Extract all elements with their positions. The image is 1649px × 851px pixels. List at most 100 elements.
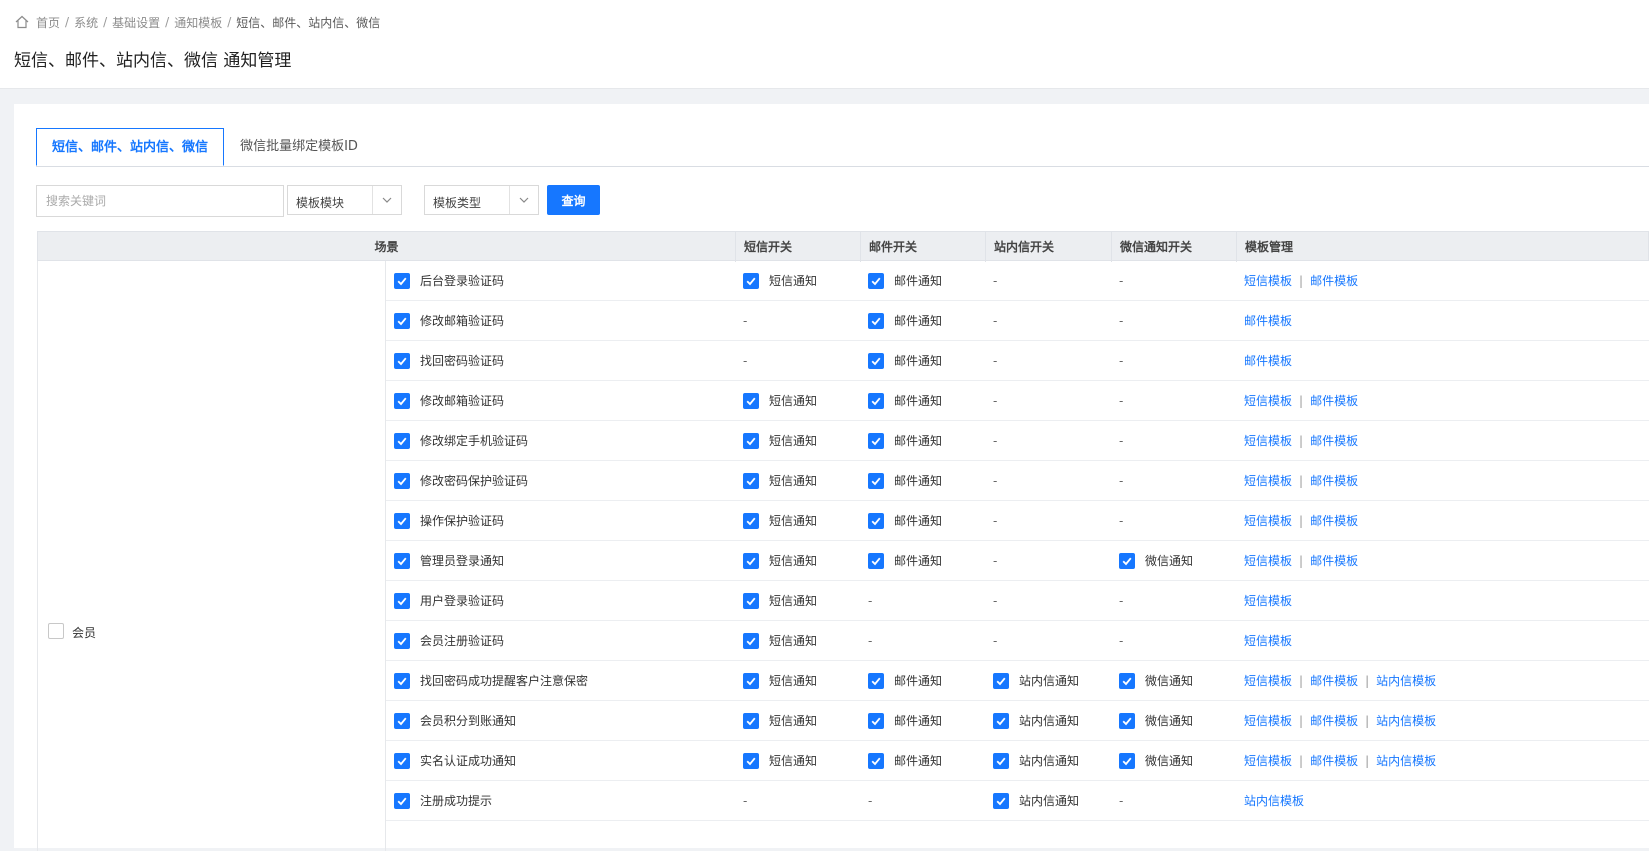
sms-checkbox[interactable] [743, 672, 759, 689]
sms-checkbox[interactable] [743, 752, 759, 769]
scene-checkbox[interactable] [394, 272, 410, 289]
sms-template-link[interactable]: 短信模板 [1244, 272, 1292, 289]
mail-checkbox[interactable] [868, 312, 884, 329]
sms-checkbox[interactable] [743, 712, 759, 729]
empty-dash: - [1119, 433, 1124, 448]
mail-template-link[interactable]: 邮件模板 [1310, 552, 1358, 569]
mail-template-link[interactable]: 邮件模板 [1310, 512, 1358, 529]
sms-cell: 短信通知 [743, 261, 817, 300]
scene-checkbox[interactable] [394, 712, 410, 729]
mail-checkbox[interactable] [868, 672, 884, 689]
tab-wechat-bind[interactable]: 微信批量绑定模板ID [224, 128, 374, 166]
mail-checkbox[interactable] [868, 552, 884, 569]
wx-checkbox[interactable] [1119, 752, 1135, 769]
breadcrumb-item-home[interactable]: 首页 [36, 14, 60, 31]
link-separator: | [1365, 753, 1370, 768]
sms-template-link[interactable]: 短信模板 [1244, 392, 1292, 409]
mail-checkbox[interactable] [868, 272, 884, 289]
scene-checkbox[interactable] [394, 752, 410, 769]
mail-checkbox[interactable] [868, 352, 884, 369]
scene-checkbox[interactable] [394, 672, 410, 689]
type-select[interactable]: 模板类型 [424, 185, 539, 215]
group-checkbox[interactable] [48, 623, 64, 639]
sms-template-link[interactable]: 短信模板 [1244, 552, 1292, 569]
mail-checkbox[interactable] [868, 512, 884, 529]
breadcrumb-item-templates[interactable]: 通知模板 [174, 14, 222, 31]
site-checkbox[interactable] [993, 792, 1009, 809]
wx-checkbox[interactable] [1119, 672, 1135, 689]
mail-cell: 邮件通知 [868, 501, 942, 540]
site-template-link[interactable]: 站内信模板 [1376, 672, 1436, 689]
scene-cell: 注册成功提示 [394, 781, 492, 820]
mail-template-link[interactable]: 邮件模板 [1310, 752, 1358, 769]
sms-checkbox[interactable] [743, 512, 759, 529]
breadcrumb-item-system[interactable]: 系统 [74, 14, 98, 31]
scene-name: 注册成功提示 [420, 794, 493, 808]
mail-checkbox[interactable] [868, 392, 884, 409]
mail-template-link[interactable]: 邮件模板 [1310, 272, 1358, 289]
mail-template-link[interactable]: 邮件模板 [1310, 472, 1358, 489]
query-button[interactable]: 查询 [547, 185, 600, 215]
scene-checkbox[interactable] [394, 472, 410, 489]
sms-cell: 短信通知 [743, 461, 817, 500]
wx-checkbox[interactable] [1119, 712, 1135, 729]
wx-checkbox[interactable] [1119, 552, 1135, 569]
sms-checkbox[interactable] [743, 392, 759, 409]
page-title: 短信、邮件、站内信、微信 通知管理 [14, 51, 292, 71]
wx-cell: - [1119, 421, 1123, 460]
mail-template-link[interactable]: 邮件模板 [1310, 392, 1358, 409]
sms-checkbox[interactable] [743, 472, 759, 489]
template-cell: 短信模板 | 邮件模板 | 站内信模板 [1244, 741, 1436, 780]
sms-checkbox[interactable] [743, 552, 759, 569]
scene-checkbox[interactable] [394, 352, 410, 369]
sms-checkbox[interactable] [743, 592, 759, 609]
scene-checkbox[interactable] [394, 632, 410, 649]
scene-checkbox[interactable] [394, 312, 410, 329]
sms-cell: 短信通知 [743, 581, 817, 620]
sms-template-link[interactable]: 短信模板 [1244, 592, 1292, 609]
sms-checkbox[interactable] [743, 272, 759, 289]
site-checkbox[interactable] [993, 752, 1009, 769]
site-template-link[interactable]: 站内信模板 [1376, 752, 1436, 769]
sms-template-link[interactable]: 短信模板 [1244, 632, 1292, 649]
wx-cell: - [1119, 501, 1123, 540]
mail-template-link[interactable]: 邮件模板 [1244, 352, 1292, 369]
sms-checkbox[interactable] [743, 432, 759, 449]
mail-template-link[interactable]: 邮件模板 [1244, 312, 1292, 329]
mail-template-link[interactable]: 邮件模板 [1310, 672, 1358, 689]
group-cell-member: 会员 [37, 261, 386, 851]
mail-checkbox[interactable] [868, 752, 884, 769]
scene-cell: 找回密码验证码 [394, 341, 504, 380]
breadcrumb-item-settings[interactable]: 基础设置 [112, 14, 160, 31]
module-select[interactable]: 模板模块 [287, 185, 402, 215]
template-cell: 短信模板 | 邮件模板 [1244, 541, 1358, 580]
search-input[interactable] [36, 185, 284, 217]
sms-template-link[interactable]: 短信模板 [1244, 432, 1292, 449]
scene-checkbox[interactable] [394, 512, 410, 529]
site-template-link[interactable]: 站内信模板 [1244, 792, 1304, 809]
wx-cell: - [1119, 261, 1123, 300]
empty-dash: - [1119, 393, 1124, 408]
scene-checkbox[interactable] [394, 432, 410, 449]
mail-template-link[interactable]: 邮件模板 [1310, 712, 1358, 729]
sms-template-link[interactable]: 短信模板 [1244, 752, 1292, 769]
mail-checkbox[interactable] [868, 712, 884, 729]
scene-checkbox[interactable] [394, 552, 410, 569]
mail-checkbox[interactable] [868, 432, 884, 449]
site-template-link[interactable]: 站内信模板 [1376, 712, 1436, 729]
home-icon[interactable] [14, 14, 30, 30]
mail-checkbox[interactable] [868, 472, 884, 489]
sms-template-link[interactable]: 短信模板 [1244, 512, 1292, 529]
scene-checkbox[interactable] [394, 592, 410, 609]
scene-checkbox[interactable] [394, 392, 410, 409]
scene-checkbox[interactable] [394, 792, 410, 809]
site-checkbox[interactable] [993, 672, 1009, 689]
sms-template-link[interactable]: 短信模板 [1244, 472, 1292, 489]
sms-template-link[interactable]: 短信模板 [1244, 712, 1292, 729]
site-checkbox[interactable] [993, 712, 1009, 729]
sms-template-link[interactable]: 短信模板 [1244, 672, 1292, 689]
tab-notifications[interactable]: 短信、邮件、站内信、微信 [36, 128, 224, 166]
scene-name: 找回密码验证码 [420, 354, 505, 368]
mail-template-link[interactable]: 邮件模板 [1310, 432, 1358, 449]
sms-checkbox[interactable] [743, 632, 759, 649]
